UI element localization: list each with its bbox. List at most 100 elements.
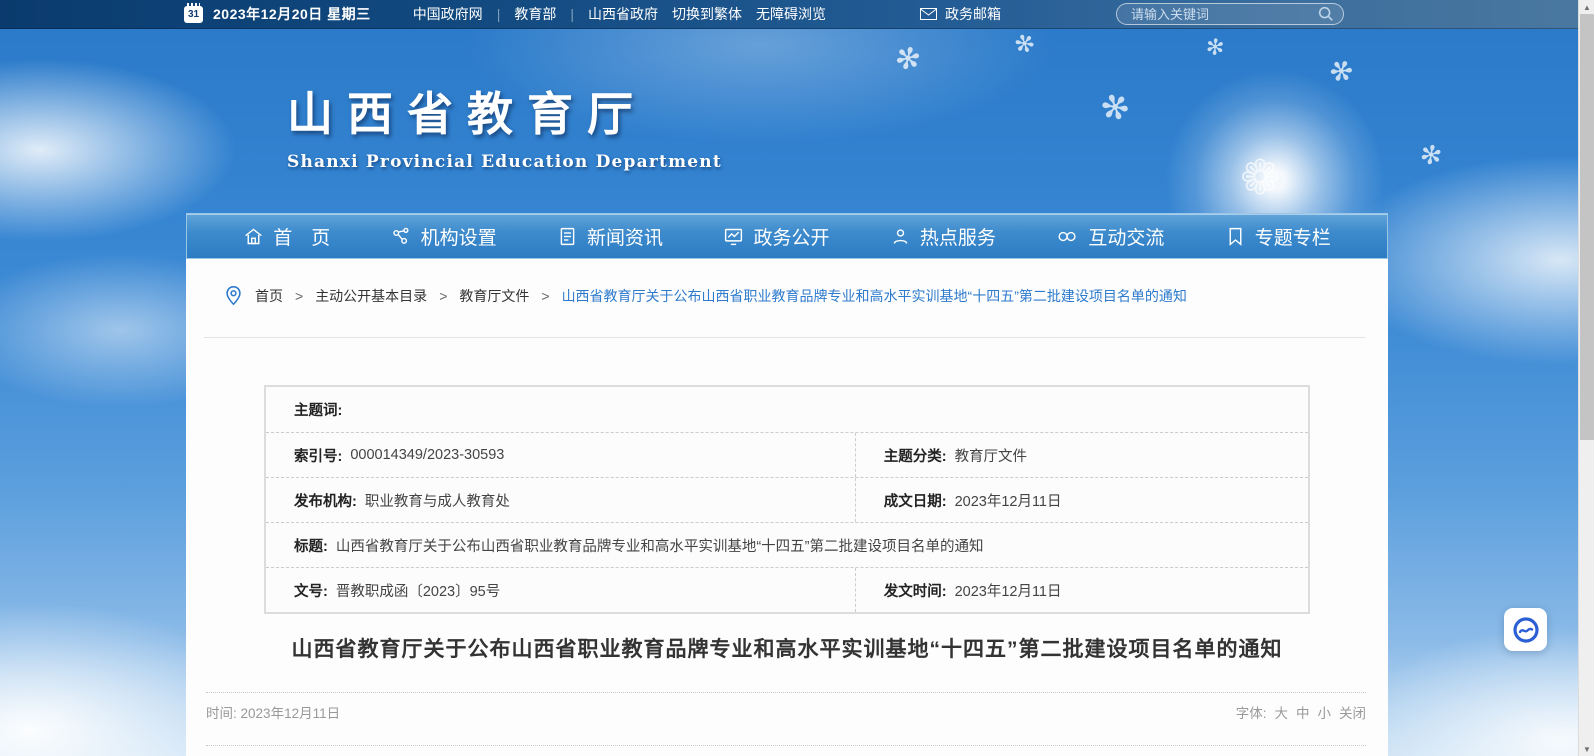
meta-document-number: 文号: 晋教职成函〔2023〕95号 — [266, 568, 855, 612]
meta-value: 山西省教育厅关于公布山西省职业教育品牌专业和高水平实训基地“十四五”第二批建设项… — [336, 535, 984, 556]
article-title: 山西省教育厅关于公布山西省职业教育品牌专业和高水平实训基地“十四五”第二批建设项… — [236, 633, 1338, 663]
breadcrumb-catalog[interactable]: 主动公开基本目录 — [315, 286, 427, 306]
location-pin-icon — [224, 285, 243, 307]
meta-title: 标题: 山西省教育厅关于公布山西省职业教育品牌专业和高水平实训基地“十四五”第二… — [266, 523, 994, 567]
article-time: 时间: 2023年12月11日 — [206, 702, 340, 722]
breadcrumb-separator: > — [541, 288, 549, 304]
site-logo[interactable]: 山西省教育厅 Shanxi Provincial Education Depar… — [287, 78, 722, 172]
search-icon[interactable] — [1317, 5, 1335, 23]
link-icon — [1056, 226, 1079, 247]
link-accessibility[interactable]: 无障碍浏览 — [756, 4, 826, 24]
calendar-icon: 31 — [184, 6, 203, 23]
topbar-links: 中国政府网 | 教育部 | 山西省政府 切换到繁体 无障碍浏览 — [413, 4, 826, 24]
nav-label: 新闻资讯 — [587, 223, 663, 250]
nav-item-home[interactable]: 首 页 — [243, 223, 330, 250]
scroll-up-arrow[interactable]: ▲ — [1579, 0, 1594, 14]
bookmark-icon — [1225, 226, 1246, 247]
dandelion-seed-icon: ✻ — [1011, 27, 1040, 61]
home-icon — [243, 226, 264, 247]
nav-label: 热点服务 — [920, 223, 996, 250]
link-china-gov[interactable]: 中国政府网 — [413, 4, 483, 24]
meta-value: 教育厅文件 — [955, 445, 1028, 466]
gov-mailbox-label: 政务邮箱 — [945, 4, 1001, 24]
nav-label: 政务公开 — [753, 223, 829, 250]
link-ministry-education[interactable]: 教育部 — [514, 4, 556, 24]
meta-label: 发文时间: — [884, 580, 947, 601]
meta-label: 索引号: — [294, 445, 342, 466]
close-button[interactable]: 关闭 — [1339, 702, 1366, 722]
news-icon — [557, 226, 578, 247]
meta-label: 文号: — [294, 580, 328, 601]
nav-item-gov-open[interactable]: 政务公开 — [723, 223, 829, 250]
share-icon — [1512, 616, 1540, 644]
table-row: 文号: 晋教职成函〔2023〕95号 发文时间: 2023年12月11日 — [266, 567, 1308, 612]
topbar-right: 政务邮箱 — [920, 3, 1344, 25]
gov-open-icon — [723, 226, 744, 247]
meta-value: 2023年12月11日 — [955, 580, 1062, 601]
main-nav: 首 页 机构设置 新闻资讯 政务公开 — [186, 213, 1388, 259]
vertical-scrollbar[interactable]: ▲ ▼ — [1578, 0, 1594, 756]
font-size-medium-button[interactable]: 中 — [1296, 702, 1310, 722]
font-size-controls: 字体: 大 中 小 关闭 — [1236, 702, 1366, 722]
meta-value: 2023年12月11日 — [955, 490, 1062, 511]
nav-item-special-topics[interactable]: 专题专栏 — [1225, 223, 1331, 250]
meta-index-number: 索引号: 000014349/2023-30593 — [266, 433, 855, 477]
meta-value: 职业教育与成人教育处 — [365, 490, 510, 511]
scrollbar-thumb[interactable] — [1580, 14, 1594, 440]
link-traditional-chinese[interactable]: 切换到繁体 — [672, 4, 742, 24]
breadcrumb-documents[interactable]: 教育厅文件 — [459, 286, 529, 306]
time-label: 时间: — [206, 706, 237, 721]
article-meta: 时间: 2023年12月11日 字体: 大 中 小 关闭 — [206, 692, 1366, 722]
meta-subject-words: 主题词: — [266, 387, 360, 432]
nav-item-interaction[interactable]: 互动交流 — [1056, 223, 1164, 250]
time-value: 2023年12月11日 — [241, 706, 341, 721]
site-title: 山西省教育厅 — [287, 78, 722, 144]
org-icon — [391, 226, 412, 247]
search-box — [1116, 3, 1344, 25]
nav-label: 专题专栏 — [1255, 223, 1331, 250]
breadcrumb-separator: > — [439, 288, 447, 304]
share-widget-button[interactable] — [1504, 608, 1547, 651]
service-icon — [890, 226, 911, 247]
envelope-icon — [920, 8, 937, 20]
table-row: 主题词: — [266, 387, 1308, 432]
table-row: 标题: 山西省教育厅关于公布山西省职业教育品牌专业和高水平实训基地“十四五”第二… — [266, 522, 1308, 567]
dandelion-seed-icon: ✻ — [1199, 33, 1230, 61]
divider: | — [570, 6, 574, 22]
link-shanxi-gov[interactable]: 山西省政府 — [588, 4, 658, 24]
meta-written-date: 成文日期: 2023年12月11日 — [855, 478, 1308, 522]
meta-label: 主题词: — [294, 399, 342, 420]
font-size-large-button[interactable]: 大 — [1275, 702, 1289, 722]
breadcrumb-home[interactable]: 首页 — [255, 286, 283, 306]
meta-label: 主题分类: — [884, 445, 947, 466]
dandelion-head-icon: ❁ — [1240, 150, 1280, 206]
topbar: 31 2023年12月20日 星期三 中国政府网 | 教育部 | 山西省政府 切… — [0, 0, 1594, 29]
topbar-date: 2023年12月20日 星期三 — [213, 4, 371, 24]
document-meta-table: 主题词: 索引号: 000014349/2023-30593 主题分类: 教育厅… — [264, 385, 1310, 614]
nav-item-hot-services[interactable]: 热点服务 — [890, 223, 996, 250]
gov-mailbox-link[interactable]: 政务邮箱 — [920, 4, 1001, 24]
dandelion-seed-icon: ✻ — [1417, 138, 1444, 172]
meta-issuing-agency: 发布机构: 职业教育与成人教育处 — [266, 478, 855, 522]
font-label: 字体: — [1236, 702, 1267, 722]
dandelion-seed-icon: ✻ — [1090, 84, 1138, 133]
divider: | — [497, 6, 501, 22]
dandelion-seed-icon: ✻ — [891, 39, 924, 79]
breadcrumb-current-page[interactable]: 山西省教育厅关于公布山西省职业教育品牌专业和高水平实训基地“十四五”第二批建设项… — [562, 286, 1187, 306]
font-size-small-button[interactable]: 小 — [1318, 702, 1332, 722]
scroll-down-arrow[interactable]: ▼ — [1579, 742, 1594, 756]
nav-item-organization[interactable]: 机构设置 — [391, 223, 497, 250]
meta-label: 标题: — [294, 535, 328, 556]
meta-label: 发布机构: — [294, 490, 357, 511]
divider — [204, 337, 1366, 338]
table-row: 索引号: 000014349/2023-30593 主题分类: 教育厅文件 — [266, 432, 1308, 477]
nav-item-news[interactable]: 新闻资讯 — [557, 223, 663, 250]
table-row: 发布机构: 职业教育与成人教育处 成文日期: 2023年12月11日 — [266, 477, 1308, 522]
meta-label: 成文日期: — [884, 490, 947, 511]
meta-publish-time: 发文时间: 2023年12月11日 — [855, 568, 1308, 612]
content-panel: 首页 > 主动公开基本目录 > 教育厅文件 > 山西省教育厅关于公布山西省职业教… — [186, 259, 1388, 756]
divider — [206, 745, 1366, 746]
search-input[interactable] — [1131, 7, 1317, 22]
nav-label: 首 页 — [273, 223, 330, 250]
meta-value: 晋教职成函〔2023〕95号 — [336, 580, 500, 601]
